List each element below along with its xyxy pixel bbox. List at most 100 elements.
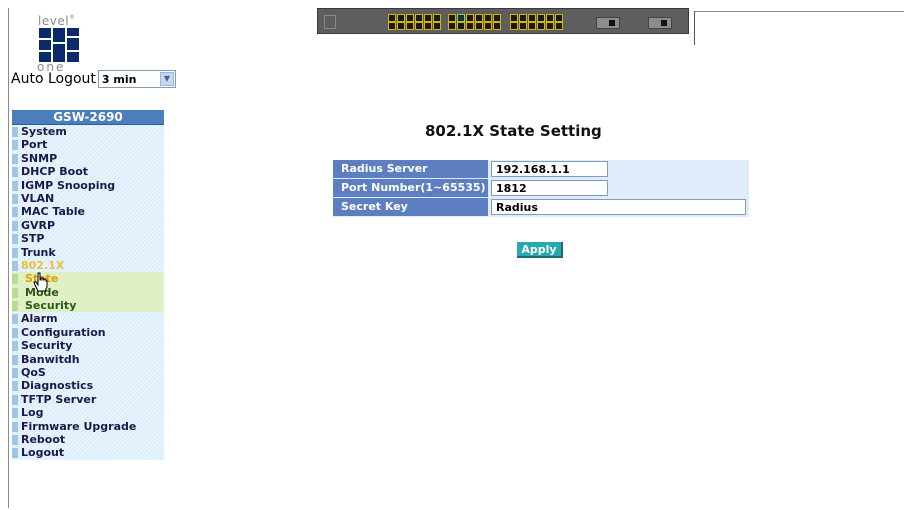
- switch-port-icon: [493, 22, 501, 30]
- sidebar-item-stp[interactable]: STP: [12, 232, 164, 245]
- bullet-icon: [12, 140, 18, 151]
- sidebar-item-trunk[interactable]: Trunk: [12, 246, 164, 259]
- switch-port-icon: [424, 14, 432, 22]
- sidebar-item-security[interactable]: Security: [12, 299, 164, 313]
- frame-separator: [694, 11, 695, 45]
- auto-logout: Auto Logout 3 min ▼: [11, 70, 176, 88]
- settings-form: Radius Server Port Number(1~65535) Secre…: [333, 160, 749, 217]
- sidebar-item-snmp[interactable]: SNMP: [12, 152, 164, 165]
- switch-port-icon: [415, 14, 423, 22]
- bullet-icon: [12, 327, 18, 338]
- radius-server-input[interactable]: [491, 161, 608, 177]
- form-row-port-number: Port Number(1~65535): [333, 179, 749, 197]
- sidebar-item-label: DHCP Boot: [21, 165, 89, 179]
- bullet-icon: [12, 207, 18, 218]
- sfp-slot-icon: [596, 17, 620, 29]
- sidebar-item-configuration[interactable]: Configuration: [12, 326, 164, 339]
- sidebar-item-label: QoS: [21, 366, 46, 380]
- form-row-radius-server: Radius Server: [333, 160, 749, 178]
- switch-port-icon: [546, 22, 554, 30]
- sidebar-item-banwitdh[interactable]: Banwitdh: [12, 353, 164, 366]
- sidebar-item-label: GVRP: [21, 218, 56, 232]
- sidebar-item-diagnostics[interactable]: Diagnostics: [12, 379, 164, 392]
- switch-port-icon: [484, 22, 492, 30]
- switch-port-icon: [519, 14, 527, 22]
- bullet-icon: [12, 301, 18, 312]
- bullet-icon: [12, 381, 18, 392]
- sidebar-item-reboot[interactable]: Reboot: [12, 433, 164, 446]
- switch-port-icon: [546, 14, 554, 22]
- sidebar-item-label: MAC Table: [21, 205, 85, 219]
- radius-server-label: Radius Server: [333, 160, 488, 178]
- sidebar-item-label: STP: [21, 232, 45, 246]
- switch-port-icon: [484, 14, 492, 22]
- bullet-icon: [12, 180, 18, 191]
- sfp-slot-icon: [648, 17, 672, 29]
- switch-port-icon: [433, 22, 441, 30]
- switch-port-icon: [415, 22, 423, 30]
- secret-key-label: Secret Key: [333, 198, 488, 216]
- sidebar-item-dhcp-boot[interactable]: DHCP Boot: [12, 165, 164, 178]
- bullet-icon: [12, 167, 18, 178]
- bullet-icon: [12, 434, 18, 445]
- bullet-icon: [12, 421, 18, 432]
- sidebar-item-label: Trunk: [21, 245, 56, 259]
- hand-cursor-icon: [33, 272, 48, 292]
- menu-header: GSW-2690: [12, 110, 164, 125]
- switch-port-icon: [457, 14, 465, 22]
- switch-port-icon: [397, 22, 405, 30]
- port-number-input[interactable]: [491, 180, 608, 196]
- switch-port-icon: [555, 22, 563, 30]
- sidebar-item-firmware-upgrade[interactable]: Firmware Upgrade: [12, 420, 164, 433]
- menu-items: System Port SNMP DHCP Boot IGMP Snooping VLAN…: [12, 125, 164, 460]
- bullet-icon: [12, 193, 18, 204]
- sidebar-item-label: Alarm: [21, 312, 58, 326]
- switch-port-icon: [433, 14, 441, 22]
- switch-port-icon: [406, 22, 414, 30]
- apply-button[interactable]: Apply: [517, 242, 563, 258]
- logo-mark: [39, 28, 79, 62]
- sidebar-item-label: Port: [21, 138, 48, 152]
- switch-port-icon: [388, 22, 396, 30]
- sidebar-item-label: SNMP: [21, 151, 58, 165]
- switch-port-icon: [555, 14, 563, 22]
- chevron-down-icon[interactable]: ▼: [159, 72, 174, 86]
- bullet-icon: [12, 274, 18, 285]
- bullet-icon: [12, 368, 18, 379]
- sidebar-item-alarm[interactable]: Alarm: [12, 312, 164, 325]
- sidebar-item-gvrp[interactable]: GVRP: [12, 219, 164, 232]
- sidebar-item-port[interactable]: Port: [12, 138, 164, 151]
- sidebar-item-tftp-server[interactable]: TFTP Server: [12, 393, 164, 406]
- sidebar-item-qos[interactable]: QoS: [12, 366, 164, 379]
- sidebar-item-mac-table[interactable]: MAC Table: [12, 205, 164, 218]
- switch-port-icon: [528, 14, 536, 22]
- sidebar-item-label: Log: [21, 406, 44, 420]
- sidebar-item-vlan[interactable]: VLAN: [12, 192, 164, 205]
- switch-image: [317, 8, 689, 34]
- switch-port-icon: [519, 22, 527, 30]
- switch-port-icon: [397, 14, 405, 22]
- switch-port-icon: [537, 22, 545, 30]
- switch-port-icon: [493, 14, 501, 22]
- secret-key-input[interactable]: [491, 199, 746, 215]
- sidebar-item-igmp-snooping[interactable]: IGMP Snooping: [12, 179, 164, 192]
- sidebar-item-security[interactable]: Security: [12, 339, 164, 352]
- sidebar-item-802-1x[interactable]: 802.1X: [12, 259, 164, 272]
- sidebar-item-logout[interactable]: Logout: [12, 446, 164, 459]
- page-title: 802.1X State Setting: [425, 122, 602, 140]
- sidebar-item-label: 802.1X: [21, 258, 65, 272]
- switch-port-icon: [457, 22, 465, 30]
- switch-port-icon: [448, 22, 456, 30]
- form-row-secret-key: Secret Key: [333, 198, 749, 216]
- bullet-icon: [12, 448, 18, 459]
- bullet-icon: [12, 287, 18, 298]
- switch-port-icon: [537, 14, 545, 22]
- auto-logout-select[interactable]: 3 min ▼: [97, 70, 176, 88]
- sidebar-item-log[interactable]: Log: [12, 406, 164, 419]
- sidebar-item-label: Banwitdh: [21, 352, 80, 366]
- sidebar-item-label: Logout: [21, 446, 65, 460]
- logo-text-top: level®: [38, 14, 76, 28]
- frame-border-top: [694, 11, 904, 12]
- sidebar-item-system[interactable]: System: [12, 125, 164, 138]
- switch-port-icon: [528, 22, 536, 30]
